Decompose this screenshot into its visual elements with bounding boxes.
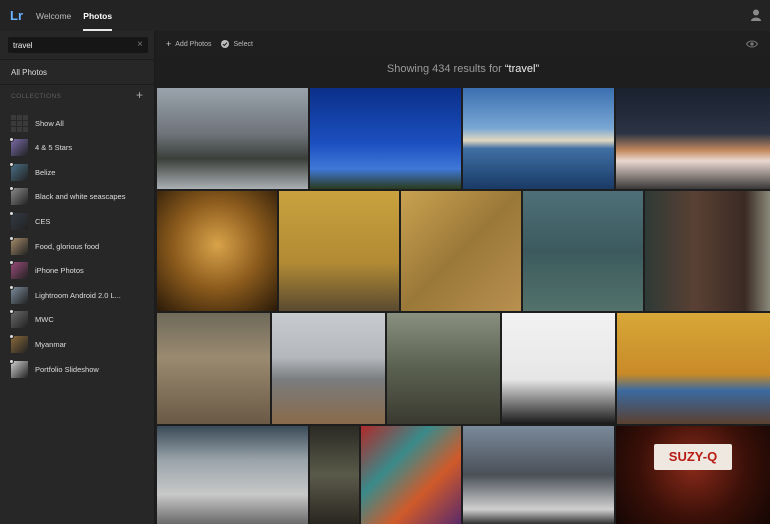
photo-temple-bridge[interactable] xyxy=(387,313,500,424)
user-icon[interactable] xyxy=(751,9,761,21)
lightroom-app: Lr Welcome Photos × All Photos COLLECTIO… xyxy=(0,0,770,524)
photo-crosswalk[interactable] xyxy=(463,426,614,524)
collections-header: COLLECTIONS xyxy=(11,93,62,100)
photo-alley-shops[interactable] xyxy=(310,426,359,524)
collection-label: CES xyxy=(35,216,51,226)
photo-night-light-trails[interactable] xyxy=(616,88,770,189)
photo-jefferson-memorial[interactable] xyxy=(463,88,614,189)
collection-thumb xyxy=(9,309,28,329)
sync-badge-icon xyxy=(9,137,14,143)
photo-blue-sky-spire[interactable] xyxy=(310,88,461,189)
photo-suzy-q-sign[interactable]: SUZY-Q xyxy=(616,426,770,524)
results-count-text: Showing 434 results for xyxy=(386,63,505,75)
collection-item[interactable]: Show All xyxy=(11,114,151,132)
plus-icon: + xyxy=(166,39,172,49)
collection-thumb xyxy=(9,235,28,255)
top-bar: Lr Welcome Photos xyxy=(0,0,770,31)
collection-label: Food, glorious food xyxy=(35,241,100,251)
collection-label: Show All xyxy=(35,118,64,128)
photo-street-musician[interactable] xyxy=(157,426,308,524)
toolbar: + Add Photos Select xyxy=(156,31,770,57)
collection-item[interactable]: CES xyxy=(9,210,151,230)
grid-icon xyxy=(11,114,28,132)
photo-lanterns-wall[interactable] xyxy=(401,191,521,311)
lightroom-logo: Lr xyxy=(10,8,23,23)
suzy-q-sign-text: SUZY-Q xyxy=(654,444,732,470)
sync-badge-icon xyxy=(9,284,14,290)
collection-label: 4 & 5 Stars xyxy=(35,143,73,153)
eye-icon[interactable] xyxy=(746,40,758,48)
collection-label: Belize xyxy=(35,167,56,177)
collection-thumb xyxy=(9,260,28,280)
results-query: “travel” xyxy=(504,63,540,75)
photo-bicycle-door[interactable] xyxy=(645,191,770,311)
collection-thumb xyxy=(9,284,28,304)
photo-statues[interactable] xyxy=(502,313,615,424)
search-box: × xyxy=(8,37,148,53)
sync-badge-icon xyxy=(9,358,14,364)
collection-label: Myanmar xyxy=(35,339,67,349)
photo-stained-glass[interactable] xyxy=(361,426,461,524)
results-summary: Showing 434 results for “travel” xyxy=(156,63,770,75)
add-photos-label: Add Photos xyxy=(175,40,212,48)
sidebar: × All Photos COLLECTIONS + Show All 4 & 5… xyxy=(0,31,155,524)
photo-red-lanterns[interactable] xyxy=(157,313,270,424)
collection-thumb xyxy=(9,358,28,378)
collection-item[interactable]: iPhone Photos xyxy=(9,260,151,280)
sync-badge-icon xyxy=(9,235,14,241)
photo-berlin-cathedral[interactable] xyxy=(157,88,308,189)
sync-badge-icon xyxy=(9,186,14,192)
collection-item[interactable]: Belize xyxy=(9,161,151,181)
add-photos-button[interactable]: + Add Photos xyxy=(166,39,211,49)
tab-photos[interactable]: Photos xyxy=(83,0,112,31)
photo-golden-buddha[interactable] xyxy=(157,191,277,311)
collection-item[interactable]: Food, glorious food xyxy=(9,235,151,255)
collection-label: Black and white seascapes xyxy=(35,192,126,202)
sync-badge-icon xyxy=(9,260,14,266)
collection-thumb xyxy=(9,210,28,230)
photo-beach-umbrellas[interactable] xyxy=(272,313,385,424)
sync-badge-icon xyxy=(9,309,14,315)
collection-label: Portfolio Slideshow xyxy=(35,364,99,374)
search-input[interactable] xyxy=(13,37,128,53)
sync-badge-icon xyxy=(9,210,14,216)
photo-rickshaw[interactable] xyxy=(279,191,399,311)
all-photos-item[interactable]: All Photos xyxy=(0,59,154,85)
select-button[interactable]: Select xyxy=(221,40,253,48)
collection-item[interactable]: 4 & 5 Stars xyxy=(9,137,151,157)
photo-yellow-shopfront[interactable] xyxy=(617,313,770,424)
sync-badge-icon xyxy=(9,161,14,167)
sync-badge-icon xyxy=(9,333,14,339)
collection-label: iPhone Photos xyxy=(35,266,84,276)
check-circle-icon xyxy=(221,40,230,48)
collection-item[interactable]: MWC xyxy=(9,309,151,329)
collection-item[interactable]: Myanmar xyxy=(9,333,151,353)
collection-thumb xyxy=(9,333,28,353)
collection-thumb xyxy=(9,161,28,181)
collection-item[interactable]: Black and white seascapes xyxy=(9,186,151,206)
collection-item[interactable]: Portfolio Slideshow xyxy=(9,358,151,378)
add-collection-icon[interactable]: + xyxy=(136,88,143,102)
clear-search-icon[interactable]: × xyxy=(137,39,143,51)
collection-label: Lightroom Android 2.0 L... xyxy=(35,290,121,300)
photo-grid: SUZY-Q xyxy=(157,88,770,524)
tab-welcome[interactable]: Welcome xyxy=(36,0,71,31)
collection-thumb xyxy=(9,186,28,206)
collection-item[interactable]: Lightroom Android 2.0 L... xyxy=(9,284,151,304)
photo-boats[interactable] xyxy=(523,191,643,311)
collection-label: MWC xyxy=(35,315,54,325)
select-label: Select xyxy=(233,40,253,48)
collection-thumb xyxy=(9,137,28,157)
